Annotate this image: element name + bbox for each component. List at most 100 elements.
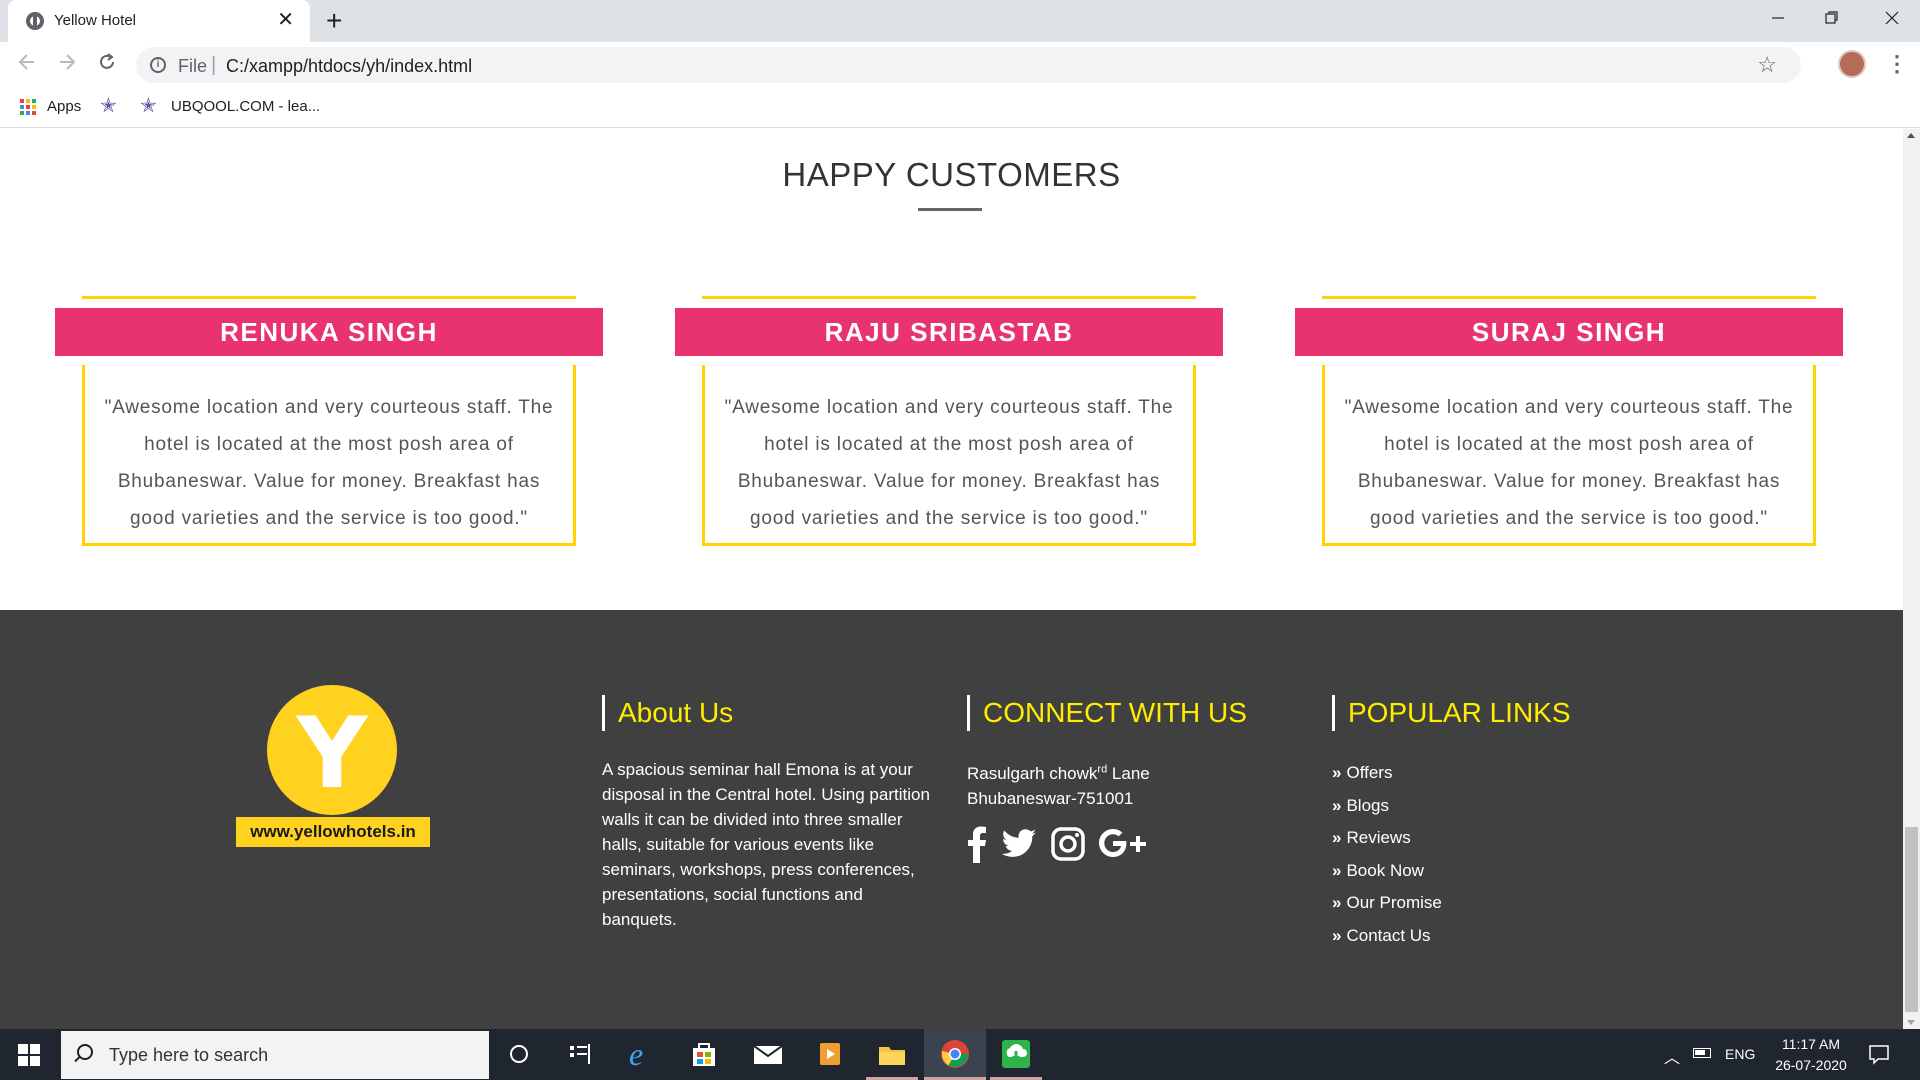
store-icon[interactable]: [688, 1038, 720, 1070]
bookmark-star-icon-1[interactable]: ✭: [100, 93, 117, 118]
testimonial-body: "Awesome location and very courteous sta…: [702, 365, 1196, 546]
address: Rasulgarh chowkrd Lane Bhubaneswar-75100…: [967, 757, 1297, 811]
footer-link-our-promise[interactable]: » Our Promise: [1332, 887, 1662, 920]
info-icon[interactable]: i: [150, 57, 166, 73]
page-viewport: HAPPY CUSTOMERS RENUKA SINGH "Awesome lo…: [0, 129, 1903, 1029]
address-line2: Bhubaneswar-751001: [967, 788, 1134, 808]
download-app-icon[interactable]: [1000, 1038, 1032, 1070]
testimonial-body: "Awesome location and very courteous sta…: [82, 365, 576, 546]
footer-link-blogs[interactable]: » Blogs: [1332, 790, 1662, 823]
task-view-icon[interactable]: [564, 1038, 596, 1070]
arrow-left-icon: [18, 54, 34, 70]
bookmark-apps[interactable]: Apps: [47, 98, 81, 115]
hotel-logo[interactable]: Y: [267, 685, 397, 815]
reload-button[interactable]: [92, 50, 122, 78]
card-top-line: [82, 296, 576, 299]
browser-tab-strip: Yellow Hotel ✕ +: [0, 0, 1920, 42]
bookmarks-bar: Apps ✭ ✭ UBQOOL.COM - lea...: [0, 88, 1920, 128]
windows-start-icon[interactable]: [18, 1044, 40, 1066]
popular-links-list: » Offers » Blogs » Reviews » Book Now » Our P…: [1332, 757, 1662, 952]
svg-text:e: e: [629, 1039, 643, 1069]
cortana-icon[interactable]: [503, 1038, 535, 1070]
address-bar[interactable]: i File | C:/xampp/htdocs/yh/index.html ☆: [136, 47, 1801, 83]
restore-button[interactable]: [1812, 4, 1852, 34]
about-text: A spacious seminar hall Emona is at your…: [602, 760, 930, 929]
minimize-icon: [1772, 17, 1784, 19]
bookmark-star-icon-2: ✭: [140, 95, 157, 117]
google-plus-icon[interactable]: [1099, 828, 1151, 864]
battery-icon[interactable]: [1693, 1048, 1711, 1058]
close-window-button[interactable]: [1872, 4, 1912, 34]
footer-popular-links: POPULAR LINKS » Offers » Blogs » Reviews » B…: [1332, 695, 1662, 952]
bookmark-ubqool[interactable]: UBQOOL.COM - lea...: [171, 98, 320, 115]
scroll-up-icon[interactable]: [1907, 133, 1915, 138]
close-tab-button[interactable]: ✕: [277, 9, 294, 31]
scrollbar-thumb[interactable]: [1905, 827, 1918, 1012]
double-chevron-icon: »: [1332, 893, 1342, 912]
logo-url[interactable]: www.yellowhotels.in: [236, 817, 430, 847]
facebook-icon[interactable]: [967, 825, 987, 868]
search-icon: [77, 1044, 93, 1060]
address-line1: Rasulgarh chowkrd Lane: [967, 763, 1150, 783]
browser-toolbar: i File | C:/xampp/htdocs/yh/index.html ☆…: [0, 42, 1920, 88]
testimonial-card: RENUKA SINGH "Awesome location and very …: [55, 296, 603, 556]
media-player-icon[interactable]: [814, 1038, 846, 1070]
footer-link-reviews[interactable]: » Reviews: [1332, 822, 1662, 855]
footer-link-offers[interactable]: » Offers: [1332, 757, 1662, 790]
minimize-button[interactable]: [1758, 4, 1798, 34]
apps-grid-icon[interactable]: [20, 99, 36, 115]
file-explorer-icon[interactable]: [876, 1038, 908, 1070]
double-chevron-icon: »: [1332, 795, 1342, 815]
double-chevron-icon: »: [1332, 860, 1342, 880]
testimonial-name: SURAJ SINGH: [1295, 308, 1843, 356]
chevron-up-icon[interactable]: ︿: [1664, 1044, 1680, 1068]
social-links: [967, 825, 1297, 868]
profile-avatar[interactable]: [1838, 50, 1866, 78]
taskbar-search-placeholder: Type here to search: [109, 1045, 269, 1065]
section-title: HAPPY CUSTOMERS: [782, 156, 1121, 193]
url-scheme: File: [178, 56, 208, 76]
testimonial-quote: "Awesome location and very courteous sta…: [104, 397, 554, 529]
instagram-icon[interactable]: [1051, 826, 1085, 866]
testimonial-name: RENUKA SINGH: [55, 308, 603, 356]
scroll-down-icon[interactable]: [1907, 1020, 1915, 1025]
tab-title: Yellow Hotel: [54, 12, 136, 29]
twitter-icon[interactable]: [1001, 828, 1037, 864]
language-indicator[interactable]: ENG: [1725, 1046, 1755, 1062]
testimonial-body: "Awesome location and very courteous sta…: [1322, 365, 1816, 546]
testimonial-name: RAJU SRIBASTAB: [675, 308, 1223, 356]
testimonial-card: SURAJ SINGH "Awesome location and very c…: [1295, 296, 1843, 556]
page-scrollbar[interactable]: [1903, 129, 1920, 1029]
close-icon: [1885, 11, 1899, 25]
clock-date[interactable]: 26-07-2020: [1770, 1057, 1852, 1073]
forward-button[interactable]: [52, 50, 82, 78]
browser-tab[interactable]: Yellow Hotel ✕: [8, 0, 310, 42]
url-separator: |: [211, 54, 217, 76]
back-button[interactable]: [12, 50, 42, 78]
new-tab-button[interactable]: +: [326, 5, 342, 37]
notification-icon[interactable]: [1868, 1043, 1890, 1070]
footer-link-contact-us[interactable]: » Contact Us: [1332, 920, 1662, 953]
chrome-icon[interactable]: [939, 1038, 971, 1070]
site-footer: Y www.yellowhotels.in About Us A spaciou…: [0, 610, 1903, 1029]
section-title-divider: [918, 208, 982, 211]
card-top-line: [702, 296, 1196, 299]
double-chevron-icon: »: [1332, 763, 1342, 782]
double-chevron-icon: »: [1332, 925, 1342, 945]
card-top-line: [1322, 296, 1816, 299]
about-heading: About Us: [602, 695, 937, 731]
testimonial-quote: "Awesome location and very courteous sta…: [1344, 397, 1794, 529]
more-vert-icon[interactable]: ⋮: [1886, 50, 1908, 78]
double-chevron-icon: »: [1332, 828, 1342, 847]
edge-browser-icon[interactable]: e: [626, 1038, 658, 1070]
footer-link-book-now[interactable]: » Book Now: [1332, 855, 1662, 888]
globe-icon: [26, 12, 44, 30]
bookmark-star-icon[interactable]: ☆: [1757, 52, 1777, 78]
reload-icon: [100, 53, 114, 69]
mail-icon[interactable]: [752, 1038, 784, 1070]
taskbar-search[interactable]: Type here to search: [61, 1031, 489, 1079]
url-text[interactable]: C:/xampp/htdocs/yh/index.html: [226, 56, 472, 77]
connect-heading: CONNECT WITH US: [967, 695, 1297, 731]
clock-time[interactable]: 11:17 AM: [1776, 1036, 1846, 1052]
testimonial-card: RAJU SRIBASTAB "Awesome location and ver…: [675, 296, 1223, 556]
